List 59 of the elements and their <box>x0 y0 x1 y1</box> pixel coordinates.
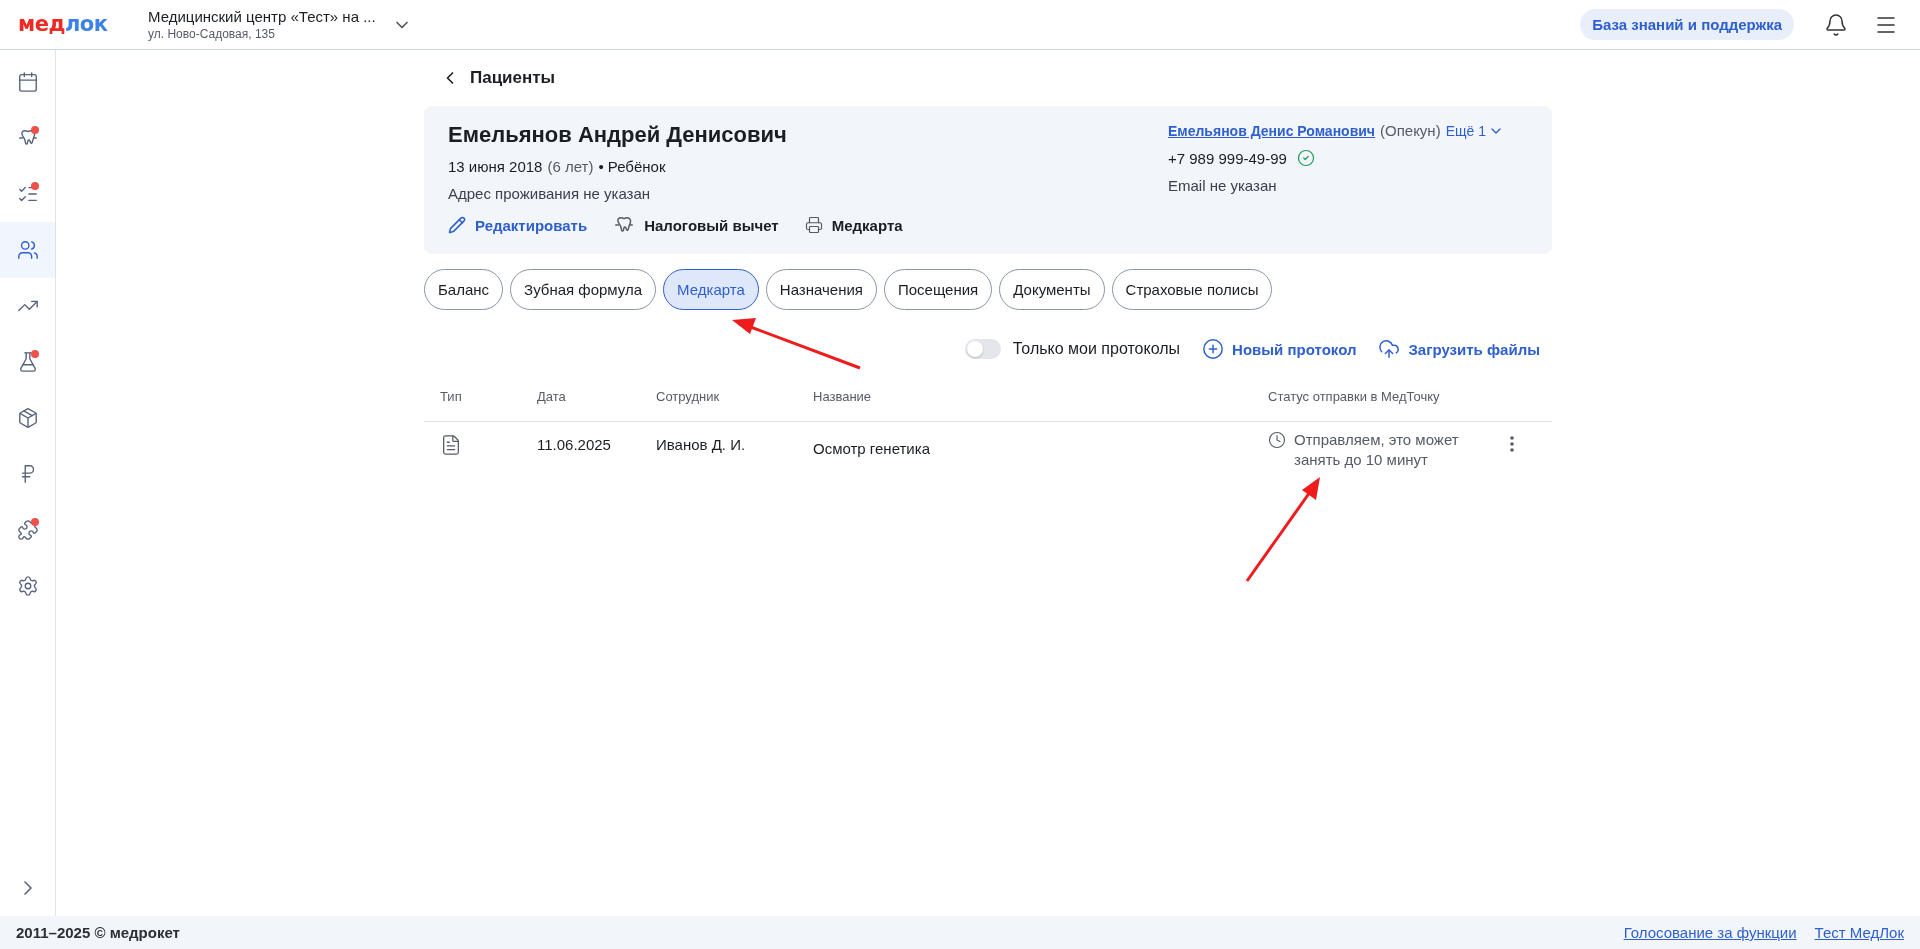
tab[interactable]: Страховые полисы <box>1111 269 1273 310</box>
tab[interactable]: Посещения <box>883 269 993 310</box>
birth-date: 13 июня 2018 <box>448 158 543 175</box>
copyright-text: 2011–2025 © медрокет <box>16 924 180 941</box>
new-protocol-button[interactable]: Новый протокол <box>1202 338 1357 360</box>
tab[interactable]: Медкарта <box>663 269 759 310</box>
settings-icon <box>16 575 39 597</box>
plus-circle-icon <box>1202 338 1225 360</box>
footer-link[interactable]: Тест МедЛок <box>1814 924 1904 941</box>
users-icon <box>16 239 39 261</box>
toggle-switch[interactable] <box>964 339 1001 359</box>
more-button[interactable]: Ещё 1 <box>1445 122 1504 139</box>
toggle-label: Только мои протоколы <box>1012 340 1181 358</box>
tab[interactable]: Назначения <box>765 269 877 310</box>
email-text: Email не указан <box>1168 177 1277 194</box>
notification-dot <box>31 182 39 190</box>
clock-icon <box>1268 431 1286 449</box>
footer-link[interactable]: Голосование за функции <box>1623 924 1797 941</box>
column-header: Сотрудник <box>656 389 721 404</box>
action-button[interactable]: Медкарта <box>804 214 903 236</box>
notification-dot <box>31 350 39 358</box>
clinic-address: ул. Ново-Садовая, 135 <box>148 27 276 41</box>
logo[interactable]: медлок <box>18 14 148 35</box>
help-button[interactable]: База знаний и поддержка <box>1580 9 1794 40</box>
calendar-icon <box>16 71 39 93</box>
guardian-role: (Опекун) <box>1380 122 1441 139</box>
patient-name: Емельянов Андрей Денисович <box>448 122 788 148</box>
table-cell-text: 11.06.2025 <box>537 435 612 453</box>
kebab-icon <box>1510 436 1514 452</box>
action-button[interactable]: Налоговый вычет <box>613 214 779 236</box>
patient-age: (6 лет) <box>547 158 594 175</box>
patient-category: • Ребёнок <box>598 158 666 175</box>
document-icon <box>440 434 462 456</box>
column-header: Тип <box>440 389 463 404</box>
cloud-upload-icon <box>1378 338 1401 360</box>
status-text: Отправляем, это может занять до 10 минут <box>1294 430 1460 470</box>
column-header: Название <box>813 389 873 404</box>
tab[interactable]: Документы <box>999 269 1105 310</box>
clinic-name[interactable]: Медицинский центр «Тест» на ... <box>148 8 376 25</box>
sidebar-item[interactable] <box>0 222 55 278</box>
page-title: Пациенты <box>470 68 556 88</box>
puzzle-icon <box>16 519 39 541</box>
notification-dot <box>31 518 39 526</box>
tab[interactable]: Баланс <box>424 269 504 310</box>
box-icon <box>16 407 39 429</box>
chevron-right-icon <box>23 881 32 895</box>
printer-icon <box>804 216 823 234</box>
column-header: Дата <box>537 389 567 404</box>
phone-number: +7 989 999-49-99 <box>1168 149 1287 167</box>
patient-address: Адрес проживания не указан <box>448 185 651 202</box>
notification-dot <box>31 126 39 134</box>
column-header: Статус отправки в МедТочку <box>1268 389 1441 404</box>
action-button[interactable]: Редактировать <box>448 214 588 236</box>
pencil-icon <box>448 216 466 234</box>
table-cell-text: Иванов Д. И. <box>656 435 747 453</box>
upload-button[interactable]: Загрузить файлы <box>1378 338 1540 360</box>
guardian-link[interactable]: Емельянов Денис Романович <box>1168 122 1375 139</box>
tab[interactable]: Зубная формула <box>510 269 657 310</box>
table-cell-text: Осмотр генетика <box>813 439 931 457</box>
